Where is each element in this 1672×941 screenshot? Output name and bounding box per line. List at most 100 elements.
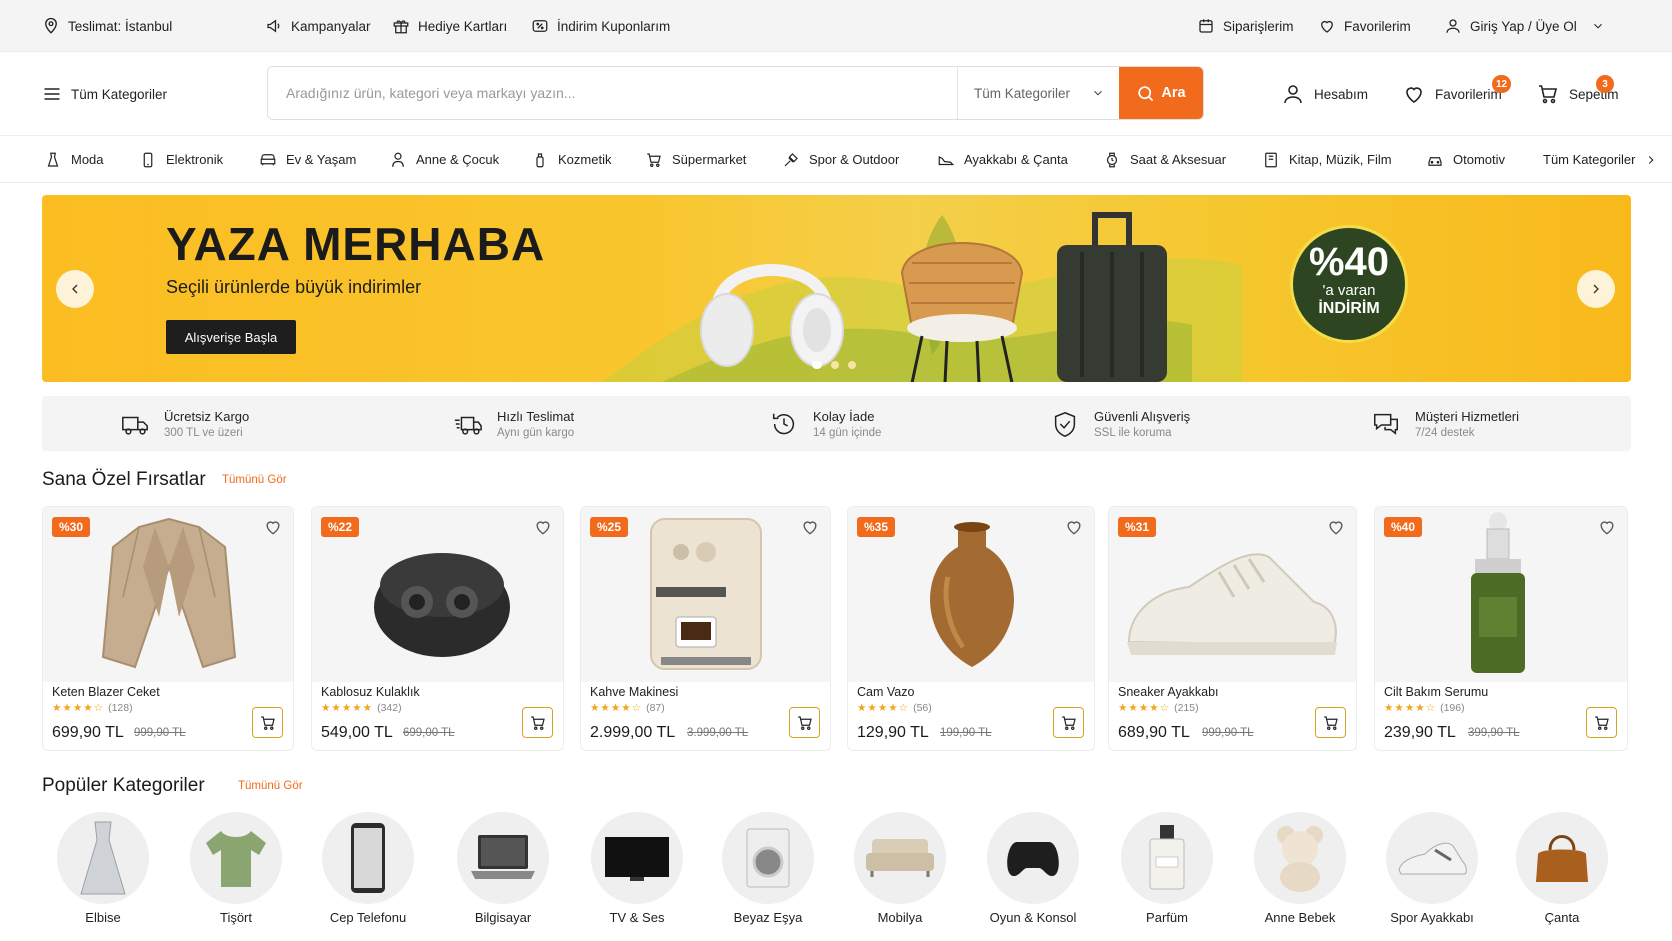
category-tile[interactable]: Mobilya [850, 812, 950, 925]
all-categories-menu[interactable]: Tüm Kategoriler [42, 52, 167, 136]
product-name: Kablosuz Kulaklık [321, 685, 420, 699]
rating-stars: ★★★★☆ [857, 702, 910, 714]
category-tile[interactable]: Çanta [1512, 812, 1612, 925]
slide-dot[interactable] [812, 361, 822, 369]
favorites-top-link[interactable]: Favorilerim [1318, 0, 1411, 52]
category-tile[interactable]: Anne Bebek [1250, 812, 1350, 925]
rating-stars: ★★★★☆ [1384, 702, 1437, 714]
login-link[interactable]: Giriş Yap / Üye Ol [1444, 0, 1605, 52]
cat-nav-tum-kategoriler[interactable]: Tüm Kategoriler [1543, 136, 1658, 183]
category-select[interactable]: Tüm Kategoriler [957, 67, 1119, 119]
favorites-link[interactable]: Favorilerim 12 [1402, 52, 1512, 136]
cat-nav-ev-yasam[interactable]: Ev & Yaşam [259, 136, 356, 183]
cart-link[interactable]: Sepetim 3 [1536, 52, 1619, 136]
add-to-cart-button[interactable] [1586, 707, 1617, 738]
handbag-image [1536, 835, 1588, 882]
cart-count-badge: 3 [1596, 75, 1614, 93]
category-image [57, 812, 149, 904]
add-to-cart-button[interactable] [1053, 707, 1084, 738]
shop-now-button[interactable]: Alışverişe Başla [166, 320, 296, 354]
coupons-link[interactable]: İndirim Kuponlarım [531, 0, 670, 52]
banner-prev-button[interactable] [56, 270, 94, 308]
slide-dot[interactable] [848, 361, 856, 369]
all-categories-label: Tüm Kategoriler [71, 86, 168, 102]
search-input[interactable] [268, 67, 957, 119]
chevron-left-icon [72, 284, 78, 294]
product-price: 2.999,00 TL [590, 724, 676, 741]
sport-shoe-image [1398, 842, 1467, 875]
gamepad-image [1007, 842, 1059, 877]
delivery-location[interactable]: Teslimat: İstanbul [42, 0, 172, 52]
cat-nav-supermarket[interactable]: Süpermarket [645, 136, 746, 183]
cat-nav-label: Anne & Çocuk [416, 152, 500, 167]
product-card[interactable]: %31 Sneaker Ayakkabı ★★★★☆ (215) 689,90 T… [1108, 506, 1357, 751]
category-tile[interactable]: TV & Ses [587, 812, 687, 925]
cat-nav-elektronik[interactable]: Elektronik [139, 136, 223, 183]
favorite-heart-icon[interactable] [263, 517, 283, 537]
tshirt-image [206, 831, 266, 887]
category-select-value: Tüm Kategoriler [974, 85, 1071, 101]
favorite-heart-icon[interactable] [800, 517, 820, 537]
campaigns-link[interactable]: Kampanyalar [265, 0, 371, 52]
add-to-cart-button[interactable] [1315, 707, 1346, 738]
category-image [1254, 812, 1346, 904]
cart-icon [260, 715, 275, 730]
cat-nav-anne-cocuk[interactable]: Anne & Çocuk [389, 136, 499, 183]
heart-icon [1406, 87, 1422, 103]
search-button[interactable]: Ara [1119, 67, 1203, 119]
category-label: Tişört [219, 910, 253, 925]
user-icon [1284, 85, 1302, 104]
product-card[interactable]: %35 Cam Vazo ★★★★☆ (56) 129,90 TL 199,90 … [847, 506, 1095, 751]
favorite-heart-icon[interactable] [1326, 517, 1346, 537]
account-link[interactable]: Hesabım [1281, 52, 1368, 136]
popular-see-all-link[interactable]: Tümünü Gör [238, 780, 303, 792]
feature-subtitle: 14 gün içinde [813, 426, 882, 439]
favorite-heart-icon[interactable] [533, 517, 553, 537]
chevron-right-icon [1593, 284, 1599, 294]
chat-icon [1374, 413, 1398, 435]
product-card[interactable]: %40 Cilt Bakım Serumu ★★★★☆ (196) 239,90 … [1374, 506, 1628, 751]
cat-nav-spor-outdoor[interactable]: Spor & Outdoor [782, 136, 899, 183]
category-tile[interactable]: Parfüm [1117, 812, 1217, 925]
add-to-cart-button[interactable] [252, 707, 283, 738]
cat-nav-ayakkabi-canta[interactable]: Ayakkabı & Çanta [937, 136, 1068, 183]
category-tile[interactable]: Oyun & Konsol [983, 812, 1083, 925]
cat-nav-otomotiv[interactable]: Otomotiv [1426, 136, 1505, 183]
banner-title: YAZA MERHABA [166, 218, 546, 270]
deals-see-all-link[interactable]: Tümünü Gör [222, 474, 287, 486]
category-image [987, 812, 1079, 904]
category-tile[interactable]: Beyaz Eşya [718, 812, 818, 925]
cat-nav-saat-aksesuar[interactable]: Saat & Aksesuar [1103, 136, 1226, 183]
product-card[interactable]: %22 Kablosuz Kulaklık ★★★★★ (342) 549,00 … [311, 506, 564, 751]
orders-link[interactable]: Siparişlerim [1197, 0, 1294, 52]
add-to-cart-button[interactable] [522, 707, 553, 738]
product-card[interactable]: %25 Kahve Makinesi ★★★★☆ (87) 2.999,00 TL… [580, 506, 831, 751]
feature-subtitle: Aynı gün kargo [497, 426, 575, 439]
product-card[interactable]: %30 Keten Blazer Ceket ★★★★☆ (128) 699,90… [42, 506, 294, 751]
giftcards-link[interactable]: Hediye Kartları [392, 0, 507, 52]
discount-badge: %30 [52, 517, 91, 537]
product-name: Cilt Bakım Serumu [1384, 685, 1489, 699]
category-tile[interactable]: Spor Ayakkabı [1382, 812, 1482, 925]
category-label: Mobilya [877, 910, 923, 925]
category-label: TV & Ses [609, 910, 665, 925]
bottle-icon [536, 152, 544, 167]
cat-nav-kitap-muzik-film[interactable]: Kitap, Müzik, Film [1262, 136, 1392, 183]
category-tile[interactable]: Tişört [186, 812, 286, 925]
cat-nav-kozmetik[interactable]: Kozmetik [531, 136, 611, 183]
cat-nav-moda[interactable]: Moda [44, 136, 104, 183]
product-price: 699,90 TL [52, 724, 124, 741]
add-to-cart-button[interactable] [789, 707, 820, 738]
banner-next-button[interactable] [1577, 270, 1615, 308]
cat-nav-label: Saat & Aksesuar [1130, 152, 1227, 167]
category-tile[interactable]: Bilgisayar [453, 812, 553, 925]
location-pin-icon [45, 17, 57, 34]
category-tile[interactable]: Cep Telefonu [318, 812, 418, 925]
category-image [591, 812, 683, 904]
favorite-heart-icon[interactable] [1064, 517, 1084, 537]
favorite-heart-icon[interactable] [1597, 517, 1617, 537]
feature-title: Hızlı Teslimat [497, 408, 575, 424]
chevron-down-icon [1593, 23, 1602, 29]
slide-dot[interactable] [831, 361, 839, 369]
category-tile[interactable]: Elbise [53, 812, 153, 925]
